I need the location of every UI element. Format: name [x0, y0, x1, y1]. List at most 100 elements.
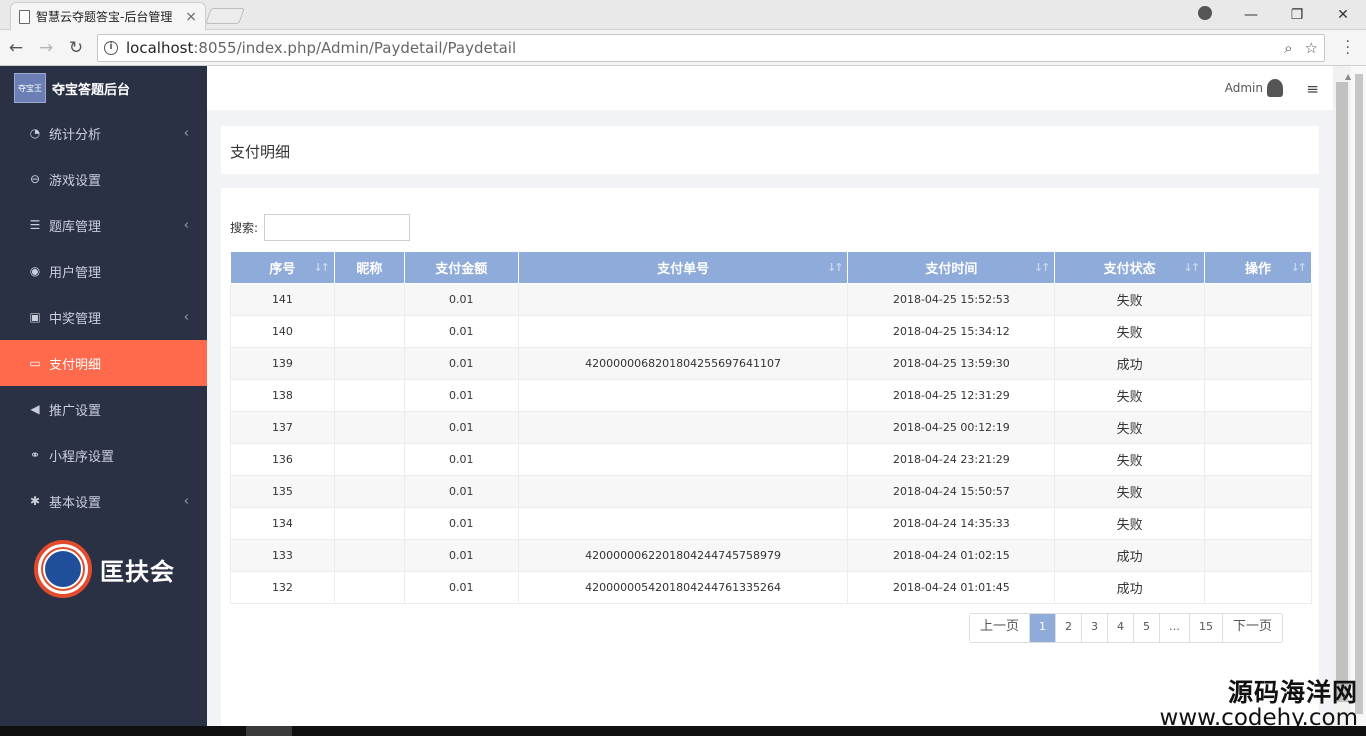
column-header-0[interactable]: 序号 ↓↑ [230, 251, 335, 284]
table-cell: 2018-04-25 15:52:53 [847, 283, 1056, 316]
sidebar-item-5[interactable]: ▭ 支付明细 [0, 340, 207, 386]
table-cell [333, 411, 405, 444]
sidebar-item-2[interactable]: ☰ 题库管理 ‹ [0, 202, 207, 248]
table-cell: 4200000068201804255697641107 [517, 347, 849, 380]
url-text[interactable]: localhost:8055/index.php/Admin/Paydetail… [126, 39, 1272, 57]
scrollbar-thumb-outer[interactable] [1355, 74, 1363, 714]
zoom-icon[interactable]: ⌕ [1284, 39, 1292, 57]
forward-button[interactable]: → [32, 38, 60, 58]
table-cell: 141 [230, 283, 335, 316]
sidebar-item-4[interactable]: ▣ 中奖管理 ‹ [0, 294, 207, 340]
table-cell [1204, 507, 1312, 540]
table-cell [517, 379, 849, 412]
sort-icon[interactable]: ↓↑ [313, 261, 330, 274]
browser-tab-bar: 智慧云夺题答宝-后台管理 × — ❐ ✕ [0, 0, 1366, 30]
prev-page-button[interactable]: 上一页 [969, 614, 1029, 642]
page-button[interactable]: 4 [1106, 614, 1133, 642]
close-window-button[interactable]: ✕ [1320, 7, 1366, 23]
new-tab-button[interactable] [205, 8, 245, 24]
next-page-button[interactable]: 下一页 [1221, 614, 1282, 642]
sidebar-item-label: 游戏设置 [49, 173, 102, 189]
page-button[interactable]: 3 [1080, 614, 1107, 642]
brand[interactable]: 夺宝王 夺宝答题后台 [0, 66, 207, 110]
table-cell [333, 443, 405, 476]
sidebar-item-1[interactable]: ⊖ 游戏设置 [0, 156, 207, 202]
reload-button[interactable]: ↻ [62, 38, 90, 58]
table-cell [333, 539, 405, 572]
table-row[interactable]: 136 0.01 2018-04-24 23:21:29 失败 [230, 443, 1312, 476]
table-cell: 0.01 [403, 411, 519, 444]
browser-menu-icon[interactable]: · · · [1346, 35, 1350, 61]
tab-close-button[interactable]: × [185, 9, 197, 25]
column-header-3[interactable]: 支付单号 ↓↑ [517, 251, 849, 284]
admin-name[interactable]: Admin [1225, 81, 1263, 95]
taskbar-item[interactable] [246, 726, 292, 736]
address-bar[interactable]: i localhost:8055/index.php/Admin/Paydeta… [97, 34, 1325, 62]
table-cell: 0.01 [403, 347, 519, 380]
page-button[interactable]: 2 [1054, 614, 1081, 642]
sidebar-item-8[interactable]: ✱ 基本设置 ‹ [0, 478, 207, 524]
sort-icon[interactable]: ↓↑ [1034, 261, 1051, 274]
sort-icon[interactable]: ↓↑ [1291, 261, 1308, 274]
hamburger-menu-icon[interactable]: ≡ [1306, 80, 1319, 98]
table-cell: 失败 [1054, 411, 1206, 444]
table-cell [517, 315, 849, 348]
sort-icon[interactable]: ↓↑ [827, 261, 844, 274]
minimize-button[interactable]: — [1228, 7, 1274, 23]
column-header-4[interactable]: 支付时间 ↓↑ [847, 251, 1056, 284]
column-header-5[interactable]: 支付状态 ↓↑ [1054, 251, 1206, 284]
info-icon[interactable]: i [104, 41, 118, 55]
user-icon: ◉ [29, 264, 41, 278]
bookmark-star-icon[interactable]: ☆ [1305, 39, 1318, 57]
maximize-button[interactable]: ❐ [1274, 7, 1320, 23]
page-button[interactable]: 5 [1132, 614, 1159, 642]
brand-title: 夺宝答题后台 [52, 82, 131, 98]
page-scrollbar[interactable]: ▲ [1333, 66, 1366, 736]
table-row[interactable]: 138 0.01 2018-04-25 12:31:29 失败 [230, 379, 1312, 412]
column-header-label: 支付时间 [925, 262, 978, 277]
watermark-en: www.codehy.com [1159, 705, 1358, 731]
sidebar: 夺宝王 夺宝答题后台 ◔ 统计分析 ‹ ⊖ 游戏设置 ☰ 题库管理 ‹ ◉ 用户管理 ▣ 中奖管理 ‹ ▭… [0, 66, 207, 736]
sidebar-item-label: 用户管理 [49, 265, 102, 281]
table-cell: 4200000054201804244761335264 [517, 571, 849, 604]
table-row[interactable]: 135 0.01 2018-04-24 15:50:57 失败 [230, 475, 1312, 508]
table-row[interactable]: 137 0.01 2018-04-25 00:12:19 失败 [230, 411, 1312, 444]
page-button[interactable]: … [1158, 614, 1189, 642]
sort-icon[interactable]: ↓↑ [1184, 261, 1201, 274]
table-cell [1204, 315, 1312, 348]
table-row[interactable]: 133 0.01 4200000062201804244745758979 2018-… [230, 539, 1312, 572]
scroll-up-arrow-icon[interactable]: ▲ [1345, 72, 1351, 81]
table-row[interactable]: 132 0.01 4200000054201804244761335264 2018-… [230, 571, 1312, 604]
page-button[interactable]: 1 [1028, 614, 1055, 642]
account-button[interactable] [1182, 6, 1228, 24]
column-header-1[interactable]: 昵称 [333, 251, 405, 284]
browser-tab[interactable]: 智慧云夺题答宝-后台管理 × [10, 2, 206, 30]
table-body: 141 0.01 2018-04-25 15:52:53 失败 140 0.01 2018-… [230, 283, 1312, 604]
back-button[interactable]: ← [2, 38, 30, 58]
avatar[interactable] [1267, 79, 1283, 97]
search-input[interactable] [264, 214, 410, 241]
page-button[interactable]: 15 [1188, 614, 1222, 642]
table-cell [333, 475, 405, 508]
table-row[interactable]: 140 0.01 2018-04-25 15:34:12 失败 [230, 315, 1312, 348]
watermark-cn: 源码海洋网 [1227, 678, 1358, 707]
table-row[interactable]: 134 0.01 2018-04-24 14:35:33 失败 [230, 507, 1312, 540]
sidebar-item-7[interactable]: ⚭ 小程序设置 [0, 432, 207, 478]
table-cell [333, 315, 405, 348]
table-row[interactable]: 139 0.01 4200000068201804255697641107 2018-… [230, 347, 1312, 380]
sidebar-item-6[interactable]: ◀ 推广设置 [0, 386, 207, 432]
sidebar-item-0[interactable]: ◔ 统计分析 ‹ [0, 110, 207, 156]
account-icon [1198, 6, 1212, 20]
scrollbar-thumb[interactable] [1336, 82, 1348, 702]
table-row[interactable]: 141 0.01 2018-04-25 15:52:53 失败 [230, 283, 1312, 316]
window-controls: — ❐ ✕ [1182, 0, 1366, 30]
sidebar-item-3[interactable]: ◉ 用户管理 [0, 248, 207, 294]
table-cell [517, 411, 849, 444]
column-header-2[interactable]: 支付金额 [403, 251, 519, 284]
column-header-6[interactable]: 操作 ↓↑ [1204, 251, 1312, 284]
table-cell: 2018-04-25 13:59:30 [847, 347, 1056, 380]
payment-table: 序号 ↓↑ 昵称 支付金额 支付单号 ↓↑ 支付时间 ↓↑ 支付状态 ↓↑ 操作 ↓↑ 141 0.01… [230, 251, 1312, 604]
credit-card-icon: ▭ [29, 356, 41, 370]
table-cell [333, 347, 405, 380]
sidebar-item-label: 中奖管理 [49, 311, 102, 327]
